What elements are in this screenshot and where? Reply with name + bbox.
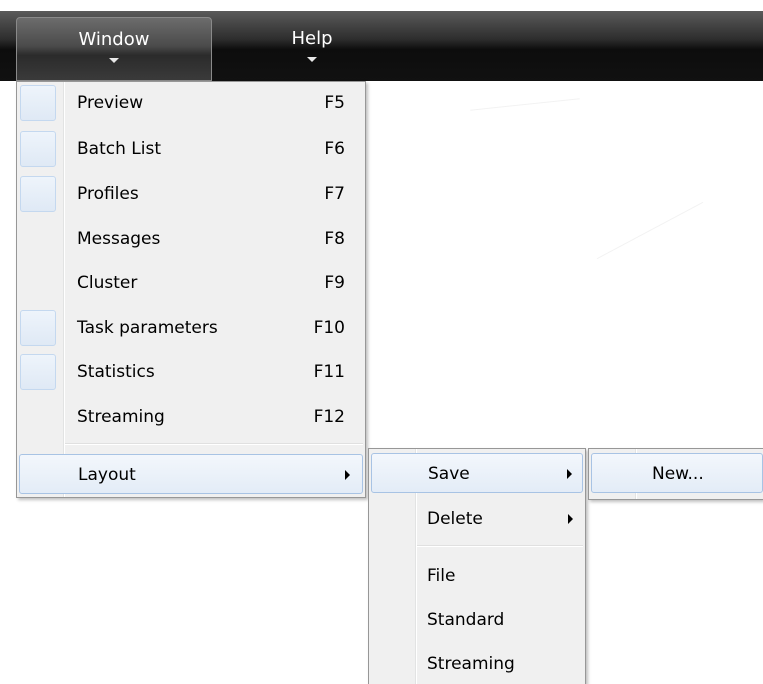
menubar: Window Help xyxy=(0,11,763,81)
menu-item-layout[interactable]: Layout xyxy=(19,454,363,494)
menu-item-shortcut: F11 xyxy=(313,362,345,382)
menu-item-shortcut: F10 xyxy=(313,318,345,338)
menu-item-messages[interactable]: Messages F8 xyxy=(17,219,365,259)
menu-item-profiles[interactable]: Profiles F7 xyxy=(17,174,365,214)
menu-item-batch-list[interactable]: Batch List F6 xyxy=(17,129,365,169)
checkbox-icon xyxy=(20,85,56,121)
background-streak xyxy=(470,98,580,111)
checkbox-icon xyxy=(20,176,56,212)
checkbox-icon xyxy=(20,354,56,390)
menu-item-label: Cluster xyxy=(77,273,138,293)
checkbox-icon xyxy=(20,131,56,167)
menu-item-shortcut: F8 xyxy=(324,229,345,249)
menu-item-label: New... xyxy=(652,464,704,484)
menu-item-file[interactable]: File xyxy=(369,556,585,596)
checkbox-icon xyxy=(20,310,56,346)
menu-item-label: Batch List xyxy=(77,139,161,159)
menu-item-label: Delete xyxy=(427,509,483,529)
menu-item-label: File xyxy=(427,566,456,586)
menu-item-statistics[interactable]: Statistics F11 xyxy=(17,352,365,392)
app-window: Window Help Preview F5 Batch List F6 Pro… xyxy=(0,0,763,684)
menu-item-shortcut: F6 xyxy=(324,139,345,159)
window-menu: Preview F5 Batch List F6 Profiles F7 Mes… xyxy=(16,81,366,498)
menu-window[interactable]: Window xyxy=(16,17,212,81)
menu-item-shortcut: F9 xyxy=(324,273,345,293)
menu-help[interactable]: Help xyxy=(262,11,362,81)
menu-item-label: Profiles xyxy=(77,184,139,204)
menu-item-streaming-layout[interactable]: Streaming xyxy=(369,644,585,684)
chevron-down-icon xyxy=(109,58,119,63)
menu-item-label: Messages xyxy=(77,229,161,249)
chevron-right-icon xyxy=(567,469,572,479)
menu-item-shortcut: F7 xyxy=(324,184,345,204)
menu-item-streaming[interactable]: Streaming F12 xyxy=(17,397,365,437)
menu-item-label: Standard xyxy=(427,610,505,630)
menu-separator xyxy=(417,545,583,547)
menu-item-label: Statistics xyxy=(77,362,155,382)
menu-item-cluster[interactable]: Cluster F9 xyxy=(17,263,365,303)
menu-item-label: Task parameters xyxy=(77,318,218,338)
menu-item-shortcut: F5 xyxy=(324,93,345,113)
menu-item-new[interactable]: New... xyxy=(591,453,763,493)
chevron-right-icon xyxy=(568,514,573,524)
menu-item-preview[interactable]: Preview F5 xyxy=(17,83,365,123)
background-streak xyxy=(596,201,704,260)
menu-help-label: Help xyxy=(291,28,333,49)
chevron-right-icon xyxy=(345,470,350,480)
menu-item-label: Layout xyxy=(78,465,136,485)
menu-item-delete[interactable]: Delete xyxy=(369,499,585,539)
menu-item-task-parameters[interactable]: Task parameters F10 xyxy=(17,308,365,348)
layout-submenu: Save Delete File Standard Streaming xyxy=(368,448,586,684)
menu-item-standard[interactable]: Standard xyxy=(369,600,585,640)
chevron-down-icon xyxy=(307,57,317,62)
menu-separator xyxy=(65,443,363,445)
menu-item-shortcut: F12 xyxy=(313,407,345,427)
save-submenu: New... xyxy=(588,448,763,500)
menu-window-label: Window xyxy=(78,29,150,50)
menu-item-label: Streaming xyxy=(77,407,165,427)
menu-item-label: Streaming xyxy=(427,654,515,674)
menu-item-save[interactable]: Save xyxy=(371,453,583,493)
menu-item-label: Save xyxy=(428,464,470,484)
menu-item-label: Preview xyxy=(77,93,144,113)
